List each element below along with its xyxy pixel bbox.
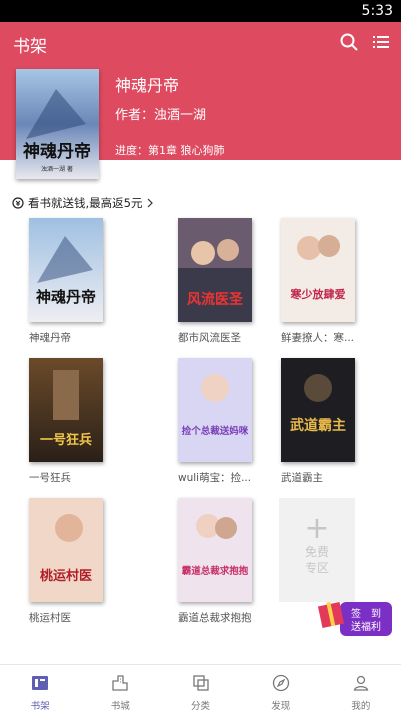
tab-profile[interactable]: 我的 bbox=[321, 665, 401, 713]
book-item[interactable]: 寒少放肆爱 鲜妻撩人：寒... bbox=[281, 218, 361, 345]
tab-bookstore[interactable]: 书城 bbox=[80, 665, 160, 713]
status-time: 5:33 bbox=[361, 3, 393, 19]
gift-line1: 签 到 bbox=[351, 607, 381, 620]
chevron-right-icon bbox=[148, 198, 154, 208]
current-book-cover-title: 神魂丹帝 bbox=[23, 141, 91, 162]
book-item[interactable]: 霸道总裁求抱抱 霸道总裁求抱抱 bbox=[178, 498, 258, 625]
tab-discover[interactable]: 发现 bbox=[241, 665, 321, 713]
checkin-gift-button[interactable]: 签 到 送福利 bbox=[317, 594, 394, 640]
book-cover-title: 寒少放肆爱 bbox=[290, 287, 346, 301]
book-title: 一号狂兵 bbox=[29, 472, 71, 484]
book-cover: 神魂丹帝 bbox=[29, 218, 103, 322]
tab-label: 我的 bbox=[351, 701, 371, 712]
tab-label: 书城 bbox=[110, 701, 130, 712]
city-icon bbox=[112, 675, 128, 691]
current-book-cover[interactable]: 神魂丹帝 浊酒一湖 著 bbox=[16, 69, 99, 179]
book-item[interactable]: 风流医圣 都市风流医圣 bbox=[178, 218, 258, 345]
plus-icon: + bbox=[304, 511, 330, 546]
tab-label: 发现 bbox=[271, 701, 291, 712]
book-item[interactable]: 桃运村医 桃运村医 bbox=[29, 498, 109, 625]
book-cover-title: 一号狂兵 bbox=[40, 432, 92, 448]
coin-icon bbox=[12, 197, 24, 209]
bookshelf-icon bbox=[32, 676, 49, 690]
current-book-cover-author: 浊酒一湖 著 bbox=[41, 165, 73, 173]
book-item[interactable]: 一号狂兵 一号狂兵 bbox=[29, 358, 109, 485]
app-bar: 书架 bbox=[0, 22, 401, 62]
compass-icon bbox=[272, 674, 289, 692]
list-menu-icon[interactable] bbox=[370, 31, 392, 53]
book-cover: 桃运村医 bbox=[29, 498, 103, 602]
book-item[interactable]: 神魂丹帝 神魂丹帝 bbox=[29, 218, 109, 345]
book-item[interactable]: 武道霸主 武道霸主 bbox=[281, 358, 361, 485]
person-icon bbox=[353, 675, 369, 691]
free-zone-line2: 专区 bbox=[304, 561, 329, 575]
search-icon[interactable] bbox=[338, 31, 360, 53]
book-title: 神魂丹帝 bbox=[29, 332, 71, 344]
book-title: 武道霸主 bbox=[281, 472, 323, 484]
tab-bookshelf[interactable]: 书架 bbox=[0, 665, 80, 713]
category-icon bbox=[192, 675, 209, 691]
reading-progress: 进度：第1章 狼心狗肺 bbox=[115, 144, 225, 157]
promo-link[interactable]: 看书就送钱,最高返5元 bbox=[12, 195, 154, 211]
book-cover-title: 风流医圣 bbox=[187, 291, 244, 308]
book-cover: 捡个总裁送妈咪 bbox=[178, 358, 252, 462]
book-cover-title: 武道霸主 bbox=[290, 417, 346, 434]
book-cover: 一号狂兵 bbox=[29, 358, 103, 462]
book-title: wuli萌宝：捡... bbox=[178, 472, 252, 484]
book-cover-title: 霸道总裁求抱抱 bbox=[182, 565, 249, 577]
book-title: 桃运村医 bbox=[29, 612, 71, 624]
free-zone-button[interactable]: + 免费 专区 bbox=[279, 498, 355, 602]
current-book-title: 神魂丹帝 bbox=[115, 76, 180, 95]
tab-category[interactable]: 分类 bbox=[160, 665, 240, 713]
promo-text: 看书就送钱,最高返5元 bbox=[28, 196, 143, 210]
book-cover: 风流医圣 bbox=[178, 218, 252, 322]
free-zone-line1: 免费 bbox=[304, 545, 329, 559]
book-cover: 霸道总裁求抱抱 bbox=[178, 498, 252, 602]
gift-line2: 送福利 bbox=[351, 620, 381, 633]
tab-label: 书架 bbox=[30, 701, 50, 712]
tab-label: 分类 bbox=[191, 701, 211, 712]
book-cover-title: 桃运村医 bbox=[40, 568, 92, 584]
book-title: 霸道总裁求抱抱 bbox=[178, 612, 252, 624]
book-item[interactable]: 捡个总裁送妈咪 wuli萌宝：捡... bbox=[178, 358, 258, 485]
bottom-tab-bar: 书架 书城 分类 发现 我的 bbox=[0, 664, 401, 713]
status-bar: 5:33 bbox=[0, 0, 401, 22]
book-cover: 寒少放肆爱 bbox=[281, 218, 355, 322]
book-title: 鲜妻撩人：寒... bbox=[281, 332, 355, 344]
book-cover: 武道霸主 bbox=[281, 358, 355, 462]
book-title: 都市风流医圣 bbox=[178, 332, 241, 344]
book-cover-title: 捡个总裁送妈咪 bbox=[182, 425, 249, 437]
book-cover-title: 神魂丹帝 bbox=[36, 288, 96, 306]
current-book-author: 作者：浊酒一湖 bbox=[115, 108, 207, 123]
page-title: 书架 bbox=[13, 37, 47, 57]
